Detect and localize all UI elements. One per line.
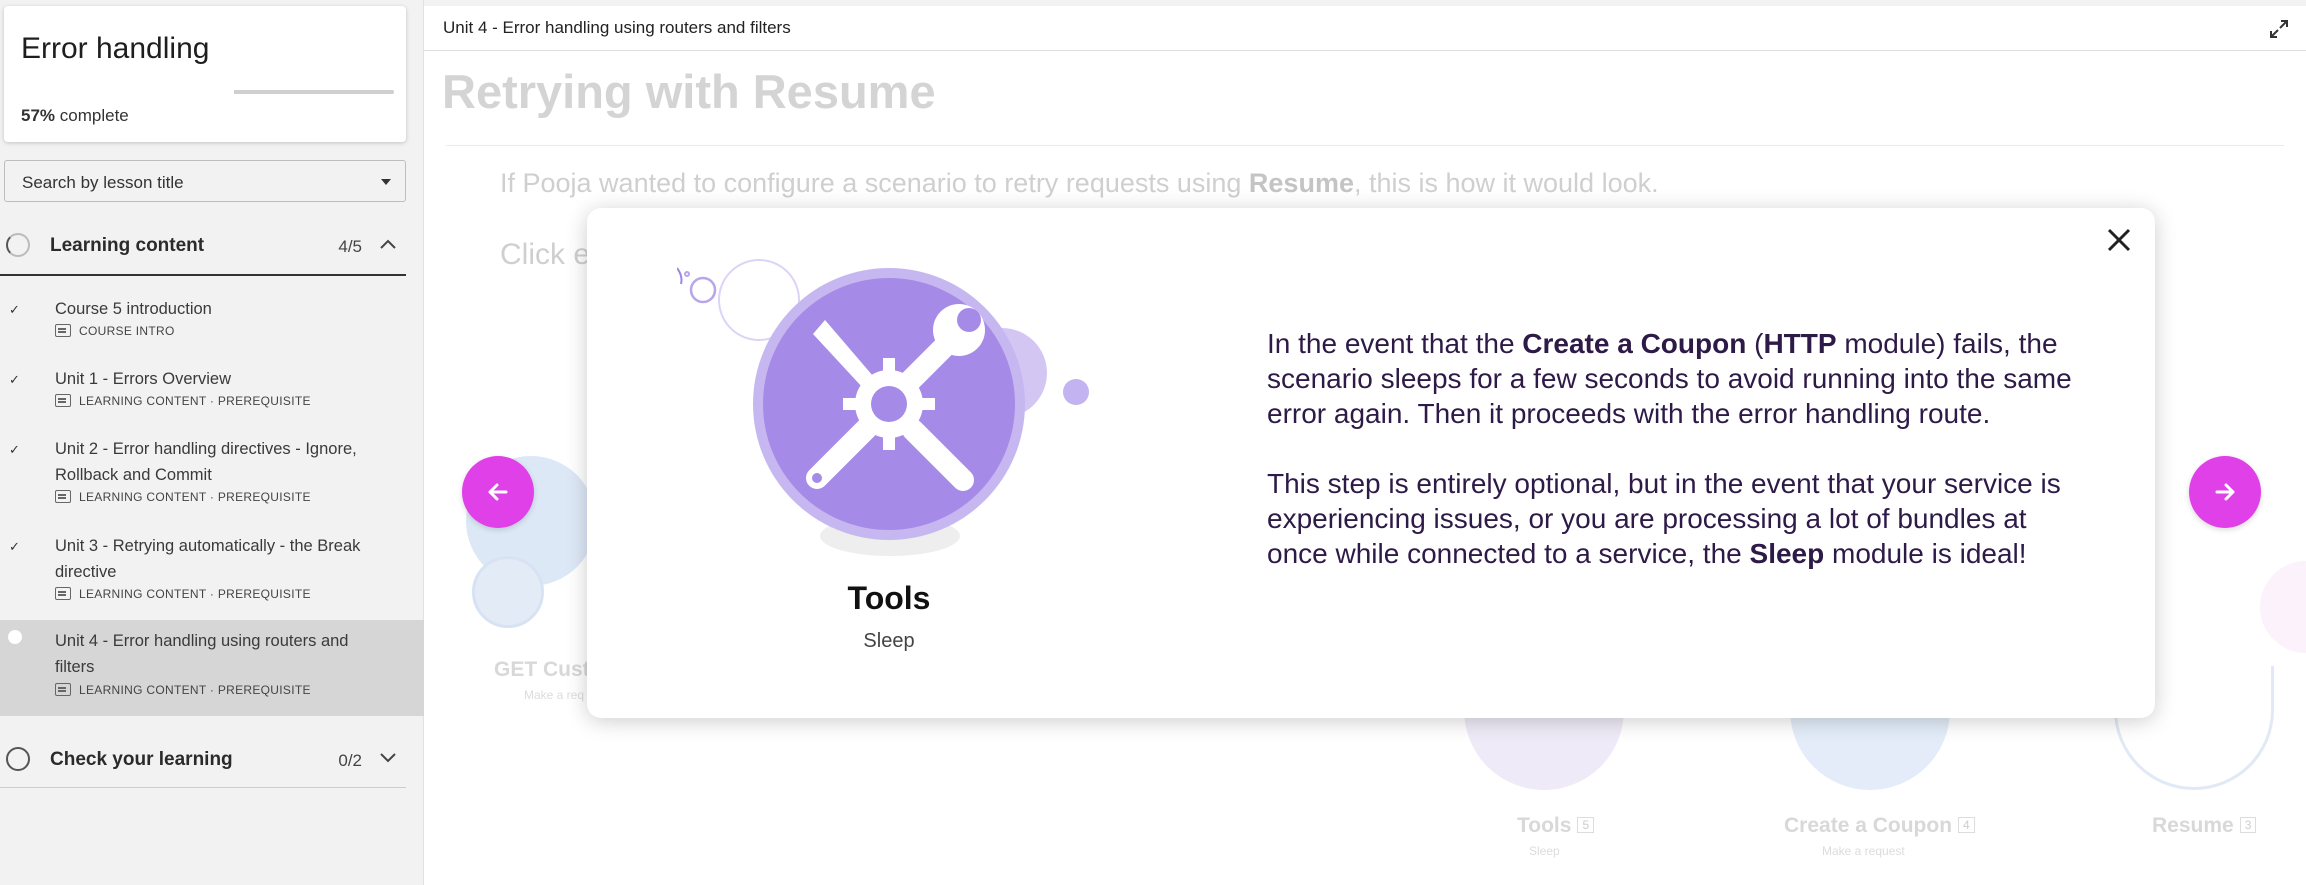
learning-content-icon xyxy=(55,683,71,696)
module-action: Sleep xyxy=(863,630,915,652)
chevron-up-icon xyxy=(380,236,396,254)
next-button[interactable] xyxy=(2189,456,2261,528)
lesson-meta: LEARNING CONTENT · PREREQUISITE xyxy=(55,683,311,697)
intro-text: If Pooja wanted to configure a scenario … xyxy=(500,168,1659,198)
node-sub: Make a req xyxy=(524,688,585,702)
progress-text: 57% complete xyxy=(21,106,129,126)
check-icon: ✓ xyxy=(9,302,20,317)
course-title: Error handling xyxy=(21,32,210,65)
learning-content-icon xyxy=(55,490,71,503)
unit-header: Unit 4 - Error handling using routers an… xyxy=(424,6,2306,51)
progress-bar xyxy=(234,90,394,94)
add-module-icon xyxy=(2260,561,2306,653)
lesson-item-course-intro[interactable]: ✓ Course 5 introduction COURSE INTRO xyxy=(0,296,424,352)
learning-content-icon xyxy=(55,587,71,600)
node-sub: Make a request xyxy=(1822,844,1905,858)
progress-bar-fill xyxy=(234,90,326,94)
module-name: Tools xyxy=(847,580,931,616)
section-learning-content[interactable]: Learning content 4/5 xyxy=(0,216,406,276)
node-label: Resume 3 xyxy=(2152,814,2257,838)
lesson-meta: LEARNING CONTENT · PREREQUISITE xyxy=(55,490,311,504)
main-content: Unit 4 - Error handling using routers an… xyxy=(424,6,2306,885)
arrow-left-icon xyxy=(488,483,508,501)
modal-paragraph-1: In the event that the Create a Coupon (H… xyxy=(1267,328,2072,429)
lesson-item-unit-1[interactable]: ✓ Unit 1 - Errors Overview LEARNING CONT… xyxy=(0,366,424,422)
lesson-title: Unit 4 - Error handling using routers an… xyxy=(55,632,349,676)
progress-ring-icon xyxy=(6,747,30,771)
check-icon: ✓ xyxy=(9,442,20,457)
current-lesson-dot-icon xyxy=(8,630,22,644)
section-count: 4/5 xyxy=(338,237,362,256)
course-card: Error handling 57% complete xyxy=(4,6,406,142)
unit-title: Unit 4 - Error handling using routers an… xyxy=(443,18,791,37)
progress-suffix: complete xyxy=(59,106,129,125)
lesson-title: Retrying with Resume xyxy=(442,65,936,118)
lesson-meta: LEARNING CONTENT · PREREQUISITE xyxy=(55,587,311,601)
divider xyxy=(446,145,2284,146)
tools-module-illustration xyxy=(677,259,1089,556)
sidebar: Error handling 57% complete Search by le… xyxy=(0,0,424,885)
lesson-item-unit-2[interactable]: ✓ Unit 2 - Error handling directives - I… xyxy=(0,436,424,518)
lesson-meta: LEARNING CONTENT · PREREQUISITE xyxy=(55,394,311,408)
learning-content-icon xyxy=(55,394,71,407)
progress-value: 57% xyxy=(21,106,56,125)
node-label: Create a Coupon 4 xyxy=(1784,814,1975,838)
progress-ring-icon xyxy=(6,233,30,257)
section-check-your-learning[interactable]: Check your learning 0/2 xyxy=(0,730,406,788)
check-icon: ✓ xyxy=(9,372,20,387)
clock-icon xyxy=(472,556,544,628)
lesson-item-unit-3[interactable]: ✓ Unit 3 - Retrying automatically - the … xyxy=(0,533,424,615)
lesson-search-placeholder: Search by lesson title xyxy=(22,173,184,192)
check-icon: ✓ xyxy=(9,539,20,554)
chevron-down-icon xyxy=(380,750,396,768)
modal-paragraph-2: This step is entirely optional, but in t… xyxy=(1267,468,2061,569)
arrow-right-icon xyxy=(2215,483,2235,501)
section-label: Check your learning xyxy=(50,749,233,770)
node-sub: Sleep xyxy=(1529,844,1560,858)
modal-description: In the event that the Create a Coupon (H… xyxy=(1267,326,2087,606)
lesson-title: Unit 2 - Error handling directives - Ign… xyxy=(55,440,357,484)
previous-button[interactable] xyxy=(462,456,534,528)
section-label: Learning content xyxy=(50,235,205,256)
lesson-search-select[interactable]: Search by lesson title xyxy=(4,160,406,202)
document-icon xyxy=(55,324,71,337)
section-count: 0/2 xyxy=(338,751,362,770)
node-label: Tools 5 xyxy=(1517,814,1595,838)
lesson-title: Unit 1 - Errors Overview xyxy=(55,370,232,388)
lesson-meta: COURSE INTRO xyxy=(55,324,175,338)
info-modal: Tools Sleep In the event that the Create… xyxy=(587,208,2155,718)
caret-down-icon xyxy=(381,179,391,185)
lesson-item-unit-4-current[interactable]: Unit 4 - Error handling using routers an… xyxy=(0,620,424,716)
close-icon[interactable] xyxy=(2097,218,2141,262)
expand-icon[interactable] xyxy=(2268,18,2290,40)
click-instruction: Click e xyxy=(500,238,591,271)
lesson-title: Course 5 introduction xyxy=(55,300,212,318)
lesson-title: Unit 3 - Retrying automatically - the Br… xyxy=(55,537,361,581)
